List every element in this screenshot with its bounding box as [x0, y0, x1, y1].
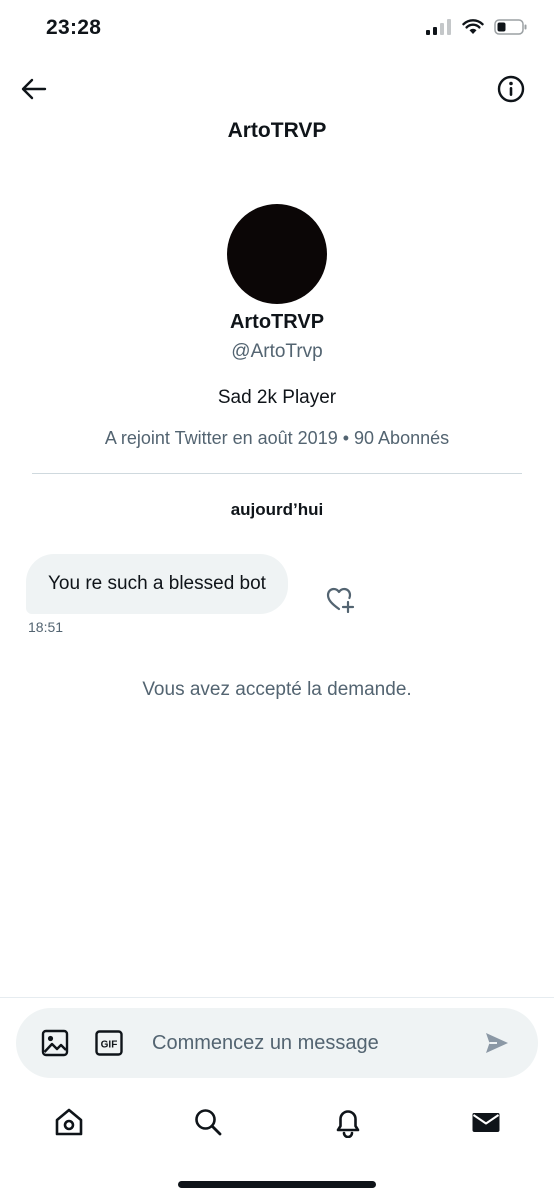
nav-notifications[interactable] [328, 1102, 368, 1142]
home-indicator [178, 1181, 376, 1188]
messages-icon [472, 1113, 500, 1132]
conversation-title: ArtoTRVP [227, 119, 327, 142]
image-icon [41, 1029, 69, 1057]
home-icon [55, 1108, 83, 1136]
send-icon [486, 1033, 508, 1053]
wifi-icon [462, 19, 484, 34]
divider [32, 473, 522, 474]
nav-messages[interactable] [466, 1102, 506, 1142]
search-icon [195, 1109, 222, 1136]
info-icon [497, 75, 525, 103]
profile-name: ArtoTRVP [229, 311, 325, 333]
status-time: 23:28 [46, 16, 102, 39]
message-text: You re such a blessed bot [48, 573, 266, 594]
add-reaction-button[interactable] [326, 585, 356, 614]
profile-handle: @ArtoTrvp [231, 341, 323, 362]
message-input[interactable] [152, 1026, 452, 1060]
notifications-icon [336, 1110, 360, 1138]
heart-plus-icon [326, 587, 355, 614]
info-button[interactable] [494, 72, 528, 106]
back-arrow-icon [21, 78, 47, 100]
date-separator: aujourd’hui [230, 500, 324, 519]
battery-icon [494, 19, 527, 35]
gif-icon-label: GIF [101, 1040, 118, 1051]
avatar[interactable] [227, 204, 327, 304]
status-icons [426, 19, 528, 35]
back-button[interactable] [14, 72, 54, 106]
nav-home[interactable] [49, 1102, 89, 1142]
profile-bio: Sad 2k Player [217, 387, 337, 408]
gif-icon: GIF [95, 1030, 123, 1056]
profile-meta: A rejoint Twitter en août 2019 • 90 Abon… [104, 428, 450, 448]
message-time: 18:51 [28, 619, 64, 635]
add-media-button[interactable] [40, 1028, 70, 1058]
request-accepted-note: Vous avez accepté la demande. [142, 679, 412, 700]
message-bubble[interactable]: You re such a blessed bot [26, 554, 288, 614]
nav-search[interactable] [188, 1102, 228, 1142]
composer-divider [0, 997, 554, 998]
send-button[interactable] [484, 1031, 510, 1055]
add-gif-button[interactable]: GIF [95, 1030, 123, 1056]
cellular-signal-icon [426, 19, 451, 35]
